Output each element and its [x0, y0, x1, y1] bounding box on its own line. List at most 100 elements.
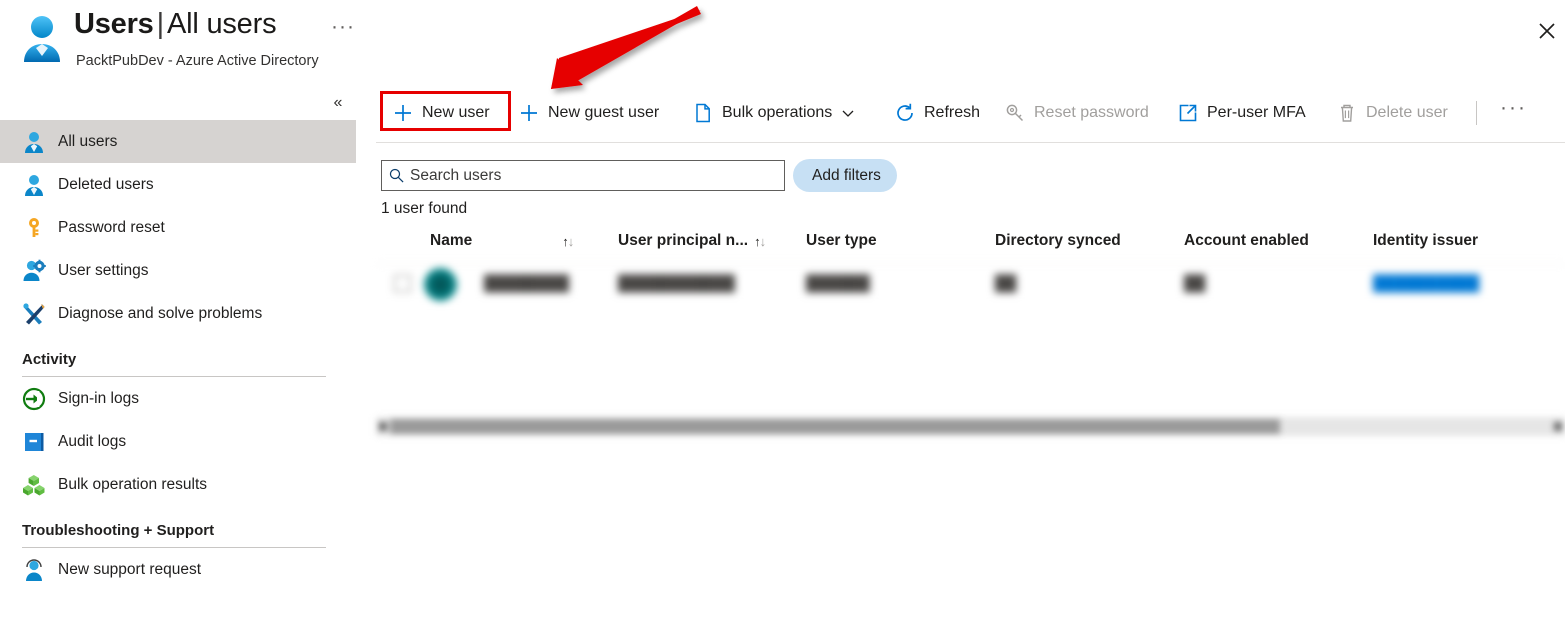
- cell-directory-synced: ██: [995, 275, 1017, 292]
- bulk-operations-label: Bulk operations: [722, 104, 833, 121]
- scroll-left-arrow-icon[interactable]: [379, 422, 387, 431]
- page-title: Users | All users: [74, 8, 277, 41]
- page-header: Users | All users ··· PacktPubDev - Azure …: [0, 0, 1565, 111]
- user-deleted-icon: [25, 174, 43, 196]
- sidebar-item-label: Deleted users: [58, 175, 154, 193]
- cell-identity-issuer[interactable]: ██████████: [1373, 275, 1479, 292]
- close-icon[interactable]: [1532, 16, 1562, 46]
- per-user-mfa-label: Per-user MFA: [1207, 104, 1306, 121]
- collapse-sidebar-icon[interactable]: «: [326, 92, 350, 114]
- user-gear-icon: [23, 259, 46, 281]
- main-content: New user New guest user Bulk operations: [376, 88, 1565, 620]
- sidebar-item-label: New support request: [58, 560, 202, 578]
- sidebar-item-label: Password reset: [58, 218, 165, 236]
- row-select-checkbox[interactable]: [394, 275, 411, 292]
- support-person-icon: [26, 558, 42, 581]
- sidebar-item-all-users[interactable]: All users: [0, 120, 356, 163]
- chevron-down-icon: [842, 110, 854, 117]
- sidebar-item-diagnose-and-solve-problems[interactable]: Diagnose and solve problems: [0, 292, 356, 335]
- column-header-user-type[interactable]: User type: [806, 232, 877, 250]
- page-title-main: Users: [74, 8, 154, 40]
- sidebar-group-activity: Activity: [0, 351, 356, 377]
- add-filters-button[interactable]: Add filters: [793, 159, 897, 192]
- bulk-operations-button[interactable]: Bulk operations: [692, 96, 855, 130]
- command-bar-divider: [1476, 101, 1477, 125]
- command-bar: New user New guest user Bulk operations: [376, 88, 1565, 143]
- sidebar-item-sign-in-logs[interactable]: Sign-in logs: [0, 377, 356, 420]
- column-header-account-enabled[interactable]: Account enabled: [1184, 232, 1309, 250]
- table-row[interactable]: ████████ ███████████ ██████ ██ ██ ██████…: [376, 263, 1565, 305]
- scrollbar-thumb[interactable]: [390, 419, 1280, 434]
- document-icon: [696, 103, 710, 123]
- delete-user-label: Delete user: [1366, 104, 1448, 121]
- sort-descending-icon: ↓: [567, 233, 574, 249]
- sidebar-item-password-reset[interactable]: Password reset: [0, 206, 356, 249]
- column-header-directory-synced[interactable]: Directory synced: [995, 232, 1121, 250]
- horizontal-scrollbar[interactable]: [376, 417, 1565, 436]
- column-header-label: Identity issuer: [1373, 232, 1479, 249]
- page-title-sub: All users: [166, 8, 277, 40]
- new-guest-user-button[interactable]: New guest user: [518, 96, 659, 130]
- sidebar-item-label: Diagnose and solve problems: [58, 304, 263, 322]
- reset-password-label: Reset password: [1034, 104, 1149, 121]
- sidebar-group-title: Troubleshooting + Support: [22, 522, 215, 539]
- user-avatar-icon: [24, 16, 60, 62]
- sort-indicator[interactable]: ↑↓: [754, 233, 766, 249]
- column-header-label: User principal n...: [618, 232, 749, 249]
- column-header-label: Name: [430, 232, 473, 249]
- search-input[interactable]: [410, 162, 770, 189]
- sidebar: All users Deleted users Password reset U…: [0, 120, 356, 620]
- book-icon: [25, 432, 44, 451]
- refresh-icon: [897, 103, 913, 121]
- sign-in-arrow-icon: [22, 387, 46, 410]
- delete-user-button[interactable]: Delete user: [1336, 96, 1448, 130]
- sidebar-item-label: Bulk operation results: [58, 475, 208, 493]
- search-input-wrapper[interactable]: [381, 160, 785, 191]
- refresh-button[interactable]: Refresh: [894, 96, 980, 130]
- sidebar-item-deleted-users[interactable]: Deleted users: [0, 163, 356, 206]
- sort-descending-icon: ↓: [759, 233, 766, 249]
- sidebar-item-new-support-request[interactable]: New support request: [0, 548, 356, 591]
- cubes-icon: [23, 474, 45, 495]
- sidebar-item-label: Audit logs: [58, 432, 127, 450]
- scroll-right-arrow-icon[interactable]: [1554, 422, 1562, 431]
- avatar: [424, 268, 457, 301]
- sidebar-item-audit-logs[interactable]: Audit logs: [0, 420, 356, 463]
- new-guest-user-label: New guest user: [548, 104, 660, 121]
- column-header-label: Directory synced: [995, 232, 1121, 249]
- key-icon: [29, 217, 39, 237]
- users-table: Name ↑↓ User principal n... ↑↓ User type…: [376, 232, 1565, 436]
- key-outline-icon: [1006, 104, 1024, 122]
- plus-icon: [521, 105, 537, 121]
- cell-user-principal-name: ███████████: [618, 275, 735, 292]
- sidebar-item-user-settings[interactable]: User settings: [0, 249, 356, 292]
- sidebar-item-bulk-operation-results[interactable]: Bulk operation results: [0, 463, 356, 506]
- command-bar-overflow-button[interactable]: ···: [1500, 97, 1527, 118]
- header-more-menu-button[interactable]: ···: [330, 16, 356, 46]
- wrench-screwdriver-icon: [23, 302, 45, 324]
- plus-icon: [395, 105, 411, 121]
- refresh-label: Refresh: [924, 104, 981, 121]
- cell-name: ████████: [484, 275, 570, 292]
- sidebar-item-label: Sign-in logs: [58, 389, 139, 407]
- sidebar-item-label: User settings: [58, 261, 149, 279]
- add-filters-label: Add filters: [812, 166, 881, 184]
- user-icon: [25, 131, 43, 153]
- column-header-user-principal-name[interactable]: User principal n... ↑↓: [618, 232, 766, 250]
- result-count: 1 user found: [381, 200, 468, 217]
- column-header-label: Account enabled: [1184, 232, 1309, 249]
- per-user-mfa-button[interactable]: Per-user MFA: [1177, 96, 1306, 130]
- external-link-icon: [1179, 104, 1197, 122]
- page-subtitle: PacktPubDev - Azure Active Directory: [76, 53, 319, 69]
- table-header-row: Name ↑↓ User principal n... ↑↓ User type…: [376, 232, 1565, 263]
- reset-password-button[interactable]: Reset password: [1004, 96, 1149, 130]
- cell-user-type: ██████: [806, 275, 870, 292]
- search-icon: [382, 162, 410, 190]
- column-header-identity-issuer[interactable]: Identity issuer: [1373, 232, 1478, 250]
- column-header-name[interactable]: Name ↑↓: [430, 232, 574, 250]
- sidebar-item-label: All users: [58, 132, 118, 150]
- sort-indicator[interactable]: ↑↓: [562, 233, 574, 249]
- cell-account-enabled: ██: [1184, 275, 1206, 292]
- new-user-button[interactable]: New user: [392, 96, 490, 130]
- sidebar-group-troubleshooting-support: Troubleshooting + Support: [0, 522, 356, 548]
